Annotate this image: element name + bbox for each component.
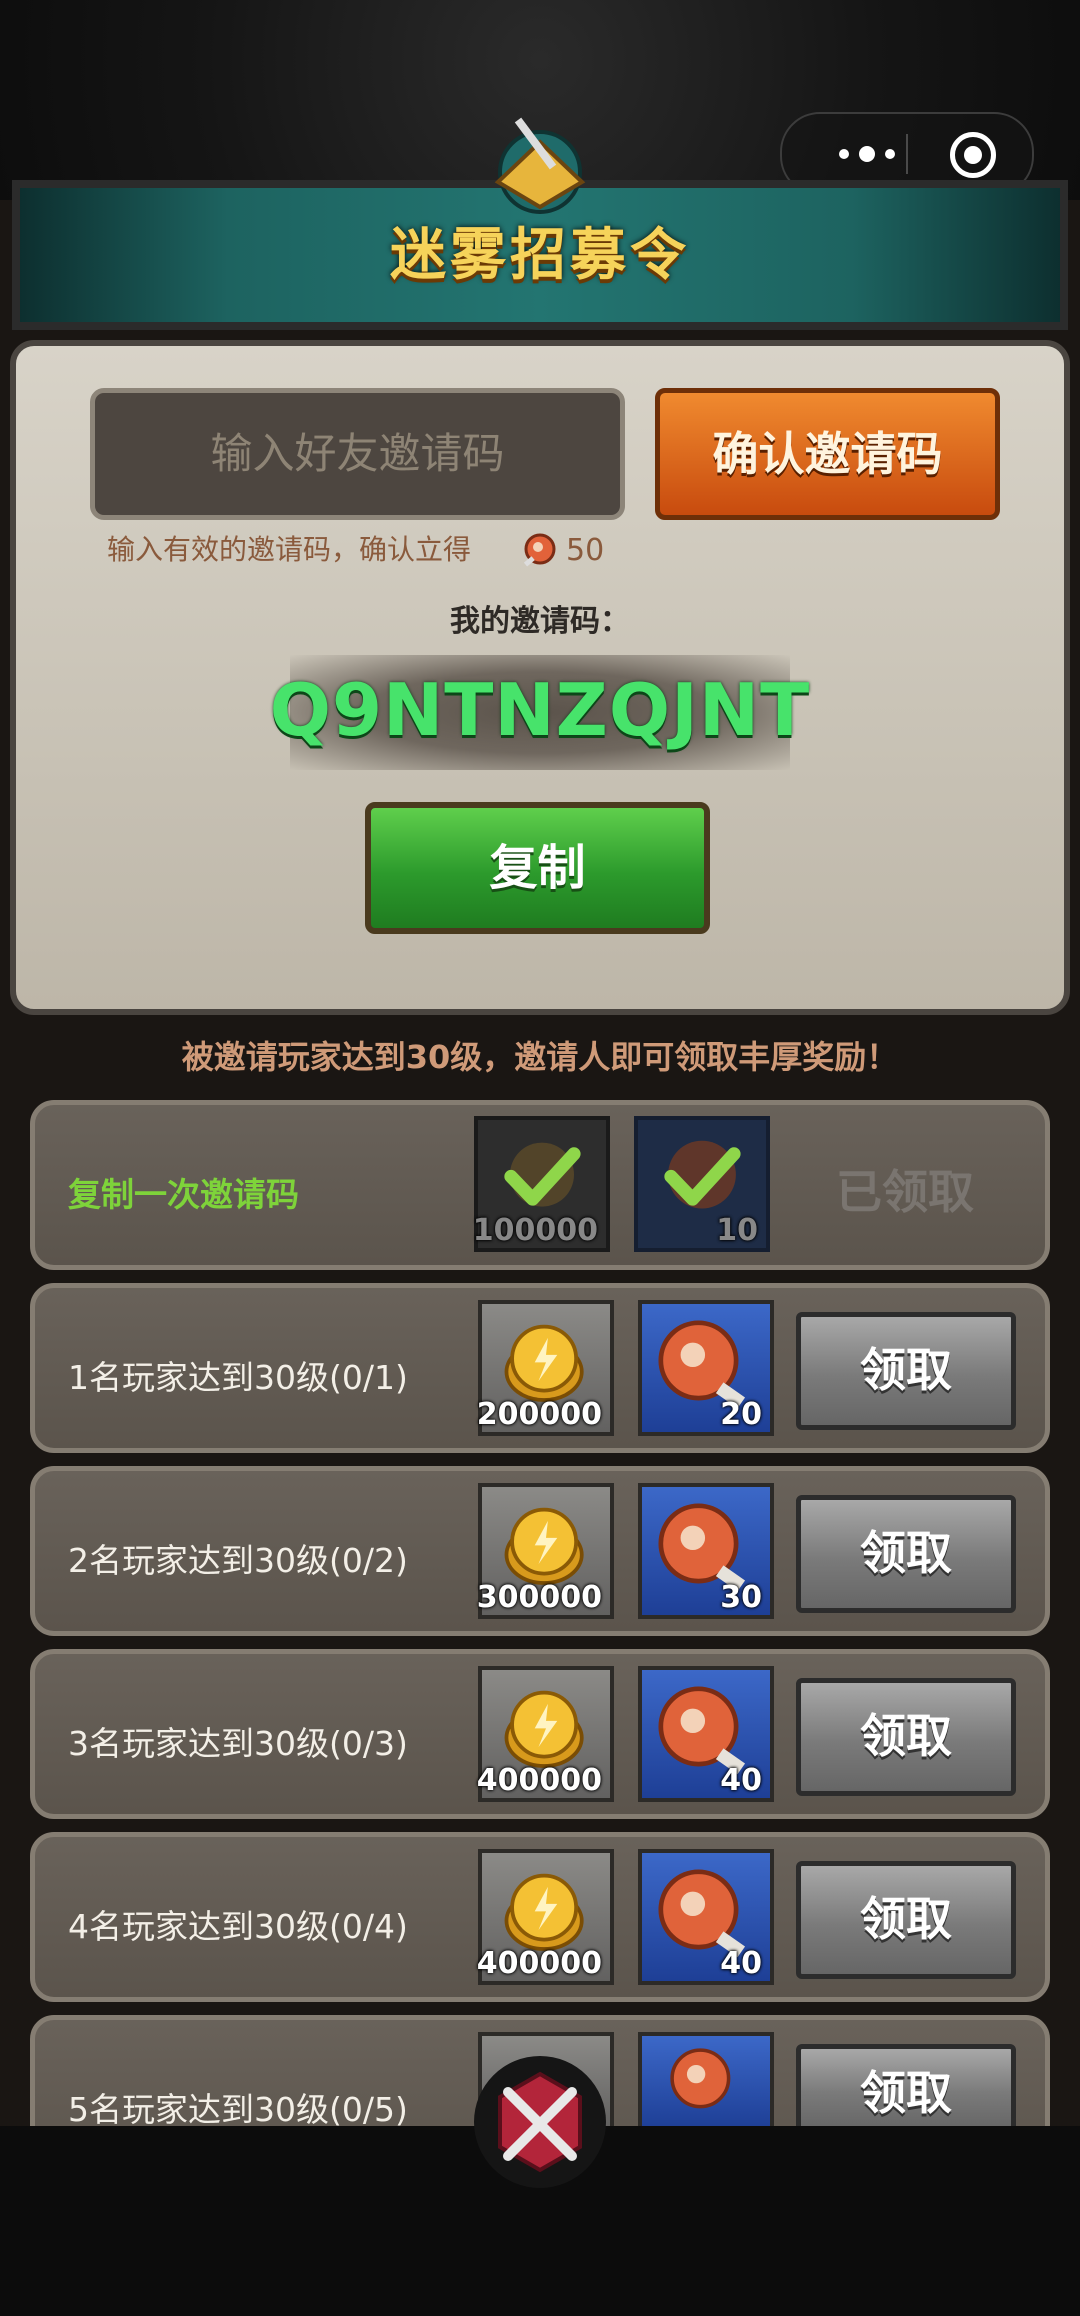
task-label: 1名玩家达到30级(0/1) bbox=[68, 1358, 408, 1397]
close-target-icon[interactable] bbox=[950, 132, 996, 178]
claim-button[interactable]: 领取 bbox=[796, 1495, 1016, 1613]
page-title: 迷雾招募令 bbox=[390, 223, 690, 288]
meat-reward-slot: 30 bbox=[638, 1483, 774, 1619]
gold-reward-slot: 200000 bbox=[477, 1300, 614, 1436]
claim-button[interactable]: 领取 bbox=[796, 1678, 1016, 1796]
task-label: 复制一次邀请码 bbox=[68, 1175, 299, 1214]
gold-reward-slot: 400000 bbox=[477, 1849, 614, 1985]
my-code-label: 我的邀请码： bbox=[450, 604, 630, 639]
task-label: 3名玩家达到30级(0/3) bbox=[68, 1724, 408, 1763]
my-invite-code: Q9NTNZQJNT bbox=[269, 668, 811, 752]
emblem-icon bbox=[494, 117, 586, 214]
close-emblem-icon[interactable] bbox=[470, 2052, 610, 2192]
copy-button[interactable]: 复制 bbox=[365, 802, 710, 934]
gold-reward-slot: 300000 bbox=[477, 1483, 614, 1619]
meat-reward-slot: 40 bbox=[638, 1666, 774, 1802]
hint-reward: 50 bbox=[520, 528, 604, 572]
meat-reward-slot: 40 bbox=[638, 1849, 774, 1985]
invite-hint: 输入有效的邀请码，确认立得 bbox=[107, 533, 472, 566]
reward-notice: 被邀请玩家达到30级，邀请人即可领取丰厚奖励！ bbox=[181, 1038, 899, 1076]
task-label: 5名玩家达到30级(0/5) bbox=[68, 2090, 408, 2129]
meat-reward-slot: 20 bbox=[638, 1300, 774, 1436]
gold-reward-slot: 400000 bbox=[477, 1666, 614, 1802]
claim-button[interactable]: 领取 bbox=[796, 2044, 1016, 2134]
confirm-invite-button[interactable]: 确认邀请码 bbox=[655, 388, 1000, 520]
claim-button[interactable]: 领取 bbox=[796, 1861, 1016, 1979]
capsule-divider bbox=[906, 134, 908, 174]
meat-icon bbox=[523, 533, 556, 567]
task-label: 2名玩家达到30级(0/2) bbox=[68, 1541, 408, 1580]
meat-reward-slot: 10 bbox=[634, 1116, 770, 1252]
gold-reward-slot: 100000 bbox=[473, 1116, 610, 1252]
hint-reward-qty: 50 bbox=[566, 532, 605, 568]
task-label: 4名玩家达到30级(0/4) bbox=[68, 1907, 408, 1946]
meat-reward-slot bbox=[638, 2032, 774, 2132]
claimed-status: 已领取 bbox=[836, 1165, 974, 1219]
meat-icon bbox=[670, 2048, 731, 2109]
invite-code-input[interactable]: 输入好友邀请码 bbox=[90, 388, 625, 520]
claim-button[interactable]: 领取 bbox=[796, 1312, 1016, 1430]
